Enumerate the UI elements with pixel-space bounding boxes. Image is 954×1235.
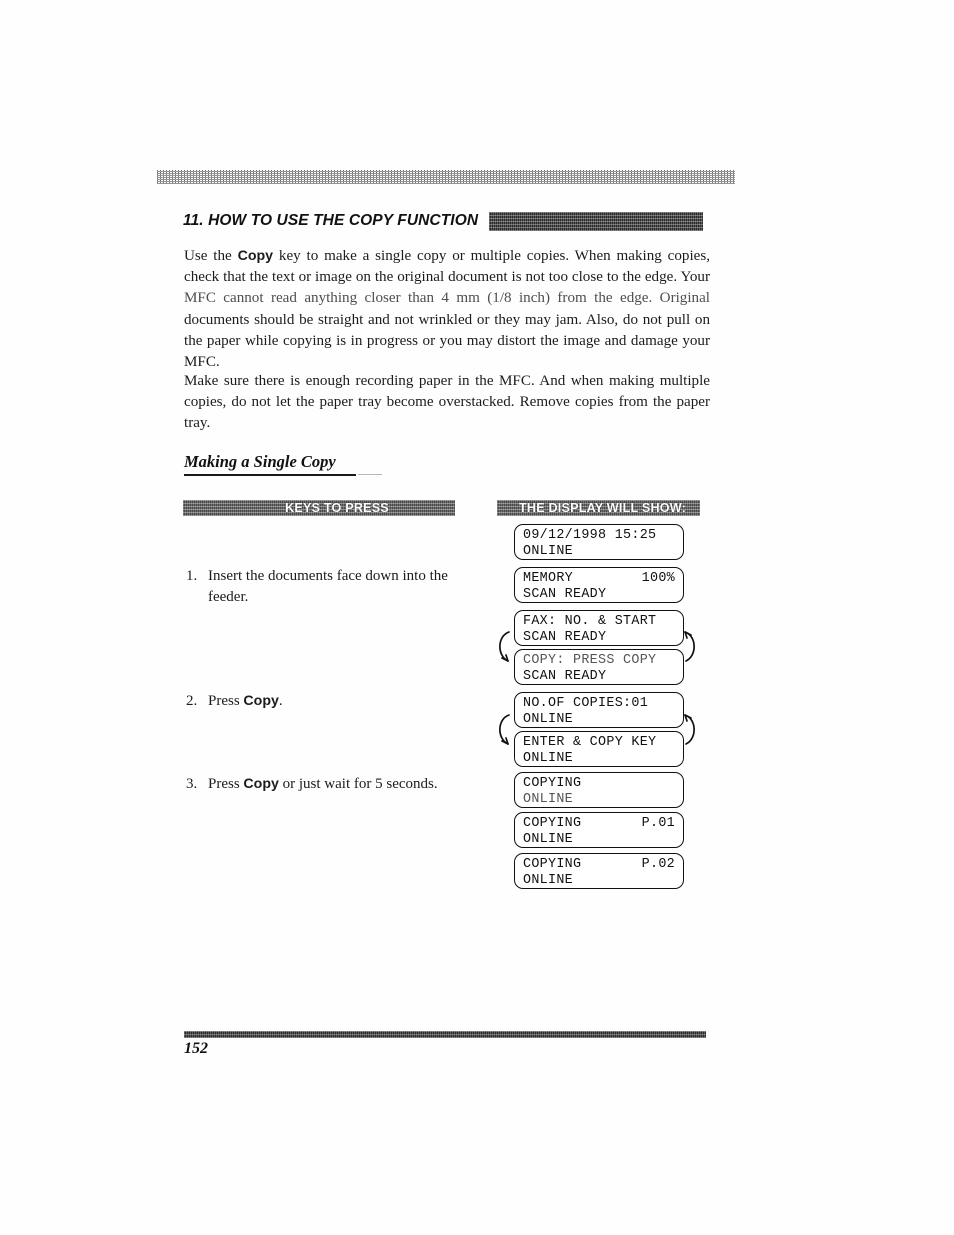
- page-number: 152: [184, 1040, 208, 1057]
- lcd-display: 09/12/1998 15:25 ONLINE: [514, 524, 684, 560]
- step-text: Insert the documents face down into the …: [208, 566, 456, 607]
- para1-text-rest: documents should be straight and not wri…: [184, 311, 710, 371]
- section-heading-bar: [489, 212, 703, 231]
- lcd-line2-left: SCAN READY: [523, 629, 607, 645]
- step-number: 3.: [186, 776, 198, 792]
- step-item: 1. Insert the documents face down into t…: [186, 566, 456, 607]
- lcd-line2-left: ONLINE: [523, 711, 574, 727]
- subheading-underline: [184, 474, 356, 476]
- lcd-line2-left: ONLINE: [523, 872, 574, 888]
- document-page: 11. HOW TO USE THE COPY FUNCTION Use the…: [0, 0, 954, 1235]
- lcd-line1-left: COPY: PRESS COPY: [523, 653, 657, 668]
- column-header-display-will-show: THE DISPLAY WILL SHOW:: [497, 500, 700, 516]
- lcd-line1-right: P.02: [641, 857, 675, 872]
- step-text-a: Insert the documents face down into the …: [208, 568, 448, 605]
- subheading-making-a-single-copy: Making a Single Copy: [184, 452, 336, 471]
- lcd-line1-left: NO.OF COPIES:01: [523, 696, 649, 711]
- step-text-a: Press: [208, 693, 244, 709]
- lcd-line1-left: FAX: NO. & START: [523, 614, 657, 629]
- column-header-keys-label: KEYS TO PRESS: [285, 501, 389, 515]
- lcd-display: FAX: NO. & START SCAN READY: [514, 610, 684, 646]
- column-header-display-label: THE DISPLAY WILL SHOW:: [519, 501, 686, 515]
- lcd-line1-right: P.01: [641, 816, 675, 831]
- lcd-line1-right: 100%: [641, 571, 675, 586]
- subheading-underline-tail: [358, 474, 382, 476]
- lcd-line1-left: MEMORY: [523, 571, 574, 586]
- section-heading-title: 11. HOW TO USE THE COPY FUNCTION: [183, 212, 479, 229]
- para1-text-a: Use the: [184, 248, 238, 264]
- step-text: Press Copy.: [208, 691, 456, 712]
- step-text-a: Press: [208, 776, 244, 792]
- step-text-b: .: [278, 693, 283, 709]
- step-text: Press Copy or just wait for 5 seconds.: [208, 774, 456, 795]
- copy-key-term: Copy: [243, 693, 279, 709]
- step-text-b: or just wait for 5 seconds.: [278, 776, 438, 792]
- column-header-keys-to-press: KEYS TO PRESS: [183, 500, 455, 516]
- intro-paragraph: Use the Copy key to make a single copy o…: [184, 246, 710, 373]
- section-heading: 11. HOW TO USE THE COPY FUNCTION: [183, 208, 703, 234]
- lcd-line1-left: ENTER & COPY KEY: [523, 735, 657, 750]
- lcd-line2-left: ONLINE: [523, 750, 574, 766]
- lcd-line2-left: SCAN READY: [523, 586, 607, 602]
- lcd-line1-left: COPYING: [523, 776, 582, 791]
- lcd-display: MEMORY 100% SCAN READY: [514, 567, 684, 603]
- top-decorative-rule: [157, 170, 735, 184]
- para1-faded-line: MFC cannot read anything closer than 4 m…: [184, 290, 710, 307]
- lcd-line2-left: ONLINE: [523, 543, 574, 559]
- lcd-display: ENTER & COPY KEY ONLINE: [514, 731, 684, 767]
- lcd-display: COPY: PRESS COPY SCAN READY: [514, 649, 684, 685]
- lcd-display: COPYING ONLINE: [514, 772, 684, 808]
- copy-key-term: Copy: [237, 248, 274, 264]
- lcd-line1-left: 09/12/1998 15:25: [523, 528, 657, 543]
- lcd-line2-left: SCAN READY: [523, 668, 607, 684]
- lcd-display: COPYING P.01 ONLINE: [514, 812, 684, 848]
- lcd-line2-left: ONLINE: [523, 791, 574, 807]
- lcd-display: NO.OF COPIES:01 ONLINE: [514, 692, 684, 728]
- step-number: 2.: [186, 693, 198, 709]
- footer-rule: [184, 1031, 706, 1038]
- lcd-line1-left: COPYING: [523, 816, 582, 831]
- paper-notice-paragraph: Make sure there is enough recording pape…: [184, 373, 710, 432]
- step-item: 2. Press Copy.: [186, 691, 456, 712]
- step-number: 1.: [186, 568, 198, 584]
- lcd-line1-left: COPYING: [523, 857, 582, 872]
- copy-key-term: Copy: [243, 776, 279, 792]
- step-item: 3. Press Copy or just wait for 5 seconds…: [186, 774, 456, 795]
- lcd-display: COPYING P.02 ONLINE: [514, 853, 684, 889]
- lcd-line2-left: ONLINE: [523, 831, 574, 847]
